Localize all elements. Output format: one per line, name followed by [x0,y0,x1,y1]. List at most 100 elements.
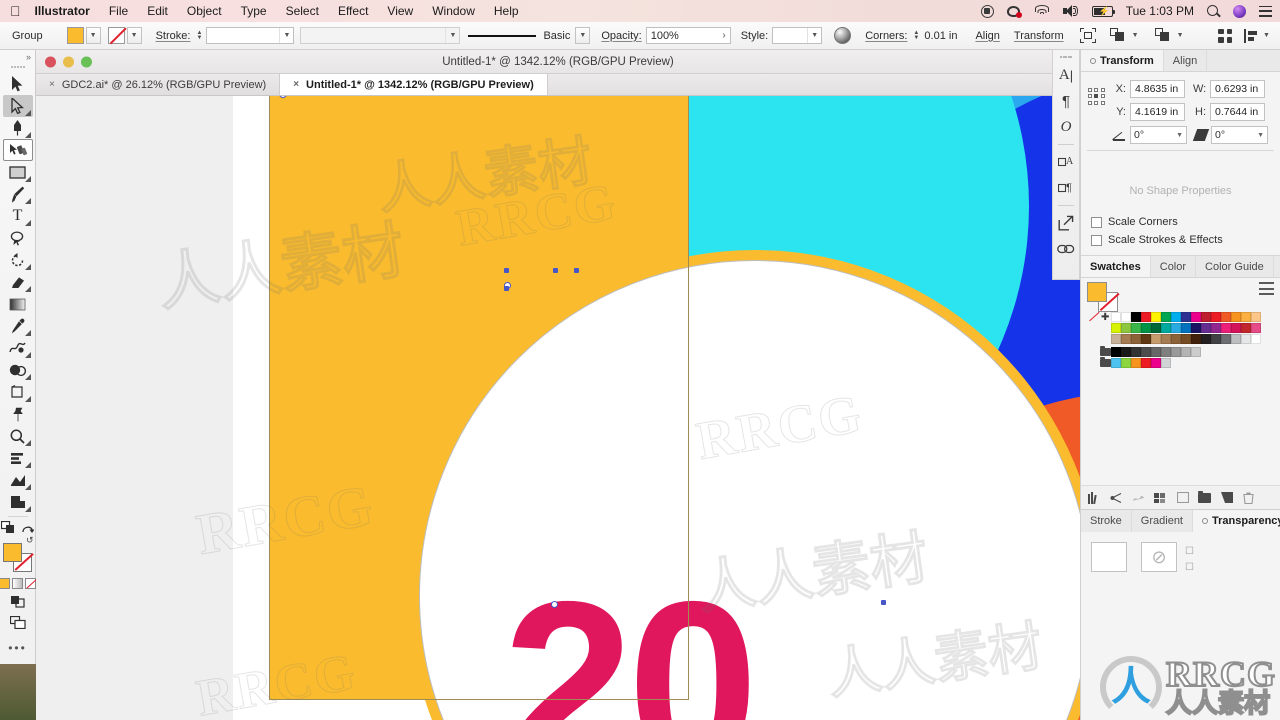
recolor-options-icon[interactable] [1154,28,1171,43]
swatch-cell[interactable] [1111,312,1122,322]
swatch-cell[interactable] [1171,323,1182,333]
corners-label[interactable]: Corners: [865,30,907,42]
tool-lasso[interactable] [3,227,33,249]
tab-color[interactable]: Color [1151,256,1197,277]
tool-column-graph[interactable] [3,447,33,469]
anchor-point[interactable] [553,268,558,273]
tool-slice[interactable] [3,491,33,513]
document-tab-untitled-1[interactable]: × Untitled-1* @ 1342.12% (RGB/GPU Previe… [280,74,548,95]
swatch-cell[interactable] [1141,358,1152,368]
tool-curvature[interactable] [2,139,33,161]
swatch-cell[interactable] [1161,323,1172,333]
arrange-objects-icon[interactable] [0,520,15,539]
swatch-cell[interactable] [1111,358,1122,368]
fill-stroke-indicator[interactable]: ↺ [2,535,34,573]
more-tools-button[interactable]: ••• [8,641,27,655]
ref-tr[interactable] [1100,88,1105,92]
asset-export-icon[interactable] [1053,210,1079,236]
swatch-cell[interactable] [1121,312,1132,322]
swatch-cell[interactable] [1191,312,1202,322]
menu-bar-clock[interactable]: Tue 1:03 PM [1126,4,1194,18]
anchor-point[interactable] [504,286,509,291]
swatch-cell[interactable] [1141,323,1152,333]
swatch-cell[interactable] [1111,347,1122,357]
shear-angle-field[interactable]: 0° ▼ [1211,126,1268,144]
invert-mask-checkbox-row[interactable]: ☐ [1185,562,1194,573]
toolbar-collapse-button[interactable]: » [0,50,35,64]
swatch-cell[interactable] [1151,358,1162,368]
menu-file[interactable]: File [109,4,128,18]
anchor-point[interactable] [504,268,509,273]
character-styles-icon[interactable]: A [1053,149,1079,175]
corners-stepper[interactable]: ▲ ▼ [911,27,921,44]
stroke-profile-field[interactable]: ▼ [300,27,461,44]
delete-swatch-icon[interactable] [1242,491,1255,504]
select-similar-dropdown[interactable]: ▼ [1128,27,1143,44]
drawing-mode-icon[interactable] [10,595,25,611]
opacity-options-arrow[interactable]: › [722,30,725,41]
ref-mr[interactable] [1100,94,1105,99]
tab-transform[interactable]: Transform [1081,50,1164,71]
swatch-cell[interactable] [1171,334,1182,344]
record-icon[interactable] [980,4,994,18]
screen-mode-icon[interactable] [9,615,26,634]
none-swatch-icon[interactable] [1087,312,1099,322]
recolor-artwork-icon[interactable] [834,27,852,44]
anchor-point[interactable] [574,268,579,273]
swatch-cell[interactable] [1161,312,1172,322]
swatch-cell[interactable] [1151,323,1162,333]
tool-selection[interactable] [3,73,33,95]
rail-drag-handle[interactable] [1060,56,1072,59]
swatch-cell[interactable] [1131,358,1142,368]
swatch-cell[interactable] [1201,323,1212,333]
style-field[interactable]: ▼ [772,27,823,44]
tool-rotate[interactable] [3,249,33,271]
new-swatch-icon[interactable] [1220,491,1233,504]
swatch-cell[interactable] [1221,312,1232,322]
tab-stroke[interactable]: Stroke [1081,510,1132,532]
menu-edit[interactable]: Edit [147,4,168,18]
corners-value[interactable]: 0.01 in [924,30,957,42]
menu-type[interactable]: Type [241,4,267,18]
arrange-documents-icon[interactable] [1218,28,1232,43]
swatch-cell[interactable] [1181,323,1192,333]
brush-preview[interactable] [468,27,543,44]
select-similar-objects-icon[interactable] [1109,28,1126,43]
scale-strokes-checkbox[interactable] [1091,234,1102,246]
menu-object[interactable]: Object [187,4,222,18]
menu-help[interactable]: Help [494,4,519,18]
swatch-cell[interactable] [1211,334,1222,344]
tool-type[interactable]: T [3,205,33,227]
swatch-cell[interactable] [1201,312,1212,322]
siri-icon[interactable] [1233,4,1246,18]
tool-eyedropper[interactable] [3,315,33,337]
tool-artboard[interactable] [3,381,33,403]
transparency-mask-thumbnail[interactable]: ⊘ [1141,542,1177,572]
swatch-cell[interactable] [1211,323,1222,333]
swatch-cell[interactable] [1201,334,1212,344]
tool-perspective-grid[interactable] [3,469,33,491]
brush-dropdown[interactable]: ▼ [575,27,591,44]
opacity-label[interactable]: Opacity: [601,30,641,42]
swatch-cell[interactable] [1121,323,1132,333]
stroke-color-dropdown[interactable]: ▼ [126,27,142,44]
stroke-weight-stepper[interactable]: ▲ ▼ [194,27,204,44]
tab-align[interactable]: Align [1164,50,1208,71]
close-button[interactable] [45,56,56,67]
menu-window[interactable]: Window [432,4,475,18]
swatch-cell[interactable] [1131,334,1142,344]
ref-mc[interactable] [1094,94,1099,99]
swatch-cell[interactable] [1111,323,1122,333]
swatch-cell[interactable] [1161,347,1172,357]
swatch-cell[interactable] [1121,347,1132,357]
tool-paintbrush[interactable] [3,183,33,205]
fill-indicator[interactable] [2,543,22,562]
swatch-cell[interactable] [1221,323,1232,333]
tool-pen[interactable] [3,117,33,139]
ref-ml[interactable] [1088,94,1092,99]
tab-transparency[interactable]: Transparency [1193,510,1280,532]
color-button[interactable] [0,578,10,589]
canvas-area[interactable]: 20 人人素材 RRCG RRCG 人人素材 [36,96,1080,720]
swatch-cell[interactable] [1151,334,1162,344]
wifi-icon[interactable] [1035,5,1050,17]
